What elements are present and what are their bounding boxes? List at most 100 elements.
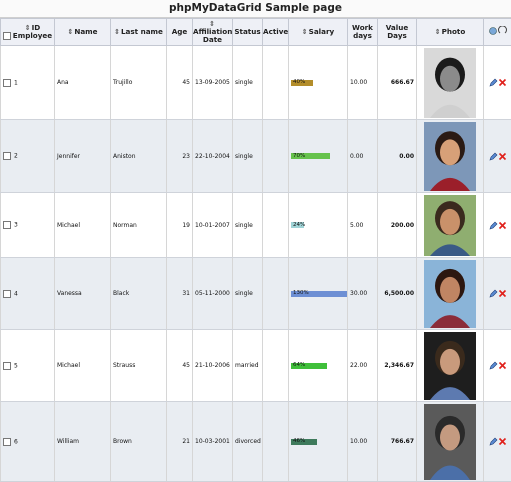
cell-name[interactable]: Ana xyxy=(55,46,111,120)
select-all-checkbox[interactable] xyxy=(3,32,11,40)
cell-active[interactable] xyxy=(263,120,289,193)
cell-affiliation-date[interactable]: 10-01-2007 xyxy=(193,193,233,258)
cell-status[interactable]: single xyxy=(233,120,263,193)
cell-name[interactable]: Jennifer xyxy=(55,120,111,193)
col-header-salary[interactable]: ⇕Salary xyxy=(289,19,348,46)
col-header-workdays[interactable]: Work days xyxy=(348,19,378,46)
sort-arrows-icon[interactable]: ⇕ xyxy=(67,28,73,36)
sort-arrows-icon[interactable]: ⇕ xyxy=(302,28,308,36)
cell-actions xyxy=(484,46,511,120)
cell-photo xyxy=(417,258,484,330)
delete-x-icon[interactable] xyxy=(498,289,507,298)
col-header-lastname[interactable]: ⇕Last name xyxy=(111,19,167,46)
cell-status[interactable]: married xyxy=(233,330,263,402)
delete-x-icon[interactable] xyxy=(498,78,507,87)
cell-name[interactable]: Michael xyxy=(55,330,111,402)
sort-arrows-icon[interactable]: ⇕ xyxy=(435,28,441,36)
cell-actions xyxy=(484,402,511,482)
col-header-status[interactable]: Status xyxy=(233,19,263,46)
cell-active[interactable] xyxy=(263,330,289,402)
col-header-id[interactable]: ⇕ID Employee xyxy=(1,19,55,46)
cell-lastname[interactable]: Strauss xyxy=(111,330,167,402)
cell-id: 5 xyxy=(1,330,55,402)
cell-lastname[interactable]: Trujillo xyxy=(111,46,167,120)
cell-salary[interactable]: 46% xyxy=(289,402,348,482)
cell-active[interactable] xyxy=(263,193,289,258)
col-header-photo[interactable]: ⇕Photo xyxy=(417,19,484,46)
cell-age[interactable]: 21 xyxy=(167,402,193,482)
cell-status[interactable]: single xyxy=(233,46,263,120)
cell-active[interactable] xyxy=(263,402,289,482)
pencil-icon[interactable] xyxy=(489,78,498,87)
delete-x-icon[interactable] xyxy=(498,221,507,230)
cell-workdays[interactable]: 0.00 xyxy=(348,120,378,193)
sort-arrows-icon[interactable]: ⇕ xyxy=(114,28,120,36)
cell-affiliation-date[interactable]: 13-09-2005 xyxy=(193,46,233,120)
cell-status[interactable]: single xyxy=(233,258,263,330)
cell-lastname[interactable]: Black xyxy=(111,258,167,330)
pencil-icon[interactable] xyxy=(489,152,498,161)
delete-x-icon[interactable] xyxy=(498,437,507,446)
employee-photo xyxy=(424,195,476,256)
cell-workdays[interactable]: 5.00 xyxy=(348,193,378,258)
cell-age[interactable]: 23 xyxy=(167,120,193,193)
col-header-active[interactable]: Active xyxy=(263,19,289,46)
pencil-icon[interactable] xyxy=(489,437,498,446)
pencil-icon[interactable] xyxy=(489,361,498,370)
col-header-affiliation[interactable]: ⇕Affiliation Date xyxy=(193,19,233,46)
cell-name[interactable]: Vanessa xyxy=(55,258,111,330)
row-checkbox[interactable] xyxy=(3,362,11,370)
delete-x-icon[interactable] xyxy=(498,361,507,370)
col-header-age[interactable]: Age xyxy=(167,19,193,46)
cell-workdays[interactable]: 30.00 xyxy=(348,258,378,330)
cell-lastname[interactable]: Brown xyxy=(111,402,167,482)
cell-age[interactable]: 31 xyxy=(167,258,193,330)
cell-name[interactable]: Michael xyxy=(55,193,111,258)
header-row: ⇕ID Employee ⇕Name ⇕Last name Age ⇕Affil… xyxy=(1,19,511,46)
cell-actions xyxy=(484,193,511,258)
row-checkbox[interactable] xyxy=(3,79,11,87)
delete-x-icon[interactable] xyxy=(498,152,507,161)
col-header-value[interactable]: Value Days xyxy=(378,19,417,46)
pencil-icon[interactable] xyxy=(489,289,498,298)
cell-lastname[interactable]: Norman xyxy=(111,193,167,258)
cell-age[interactable]: 45 xyxy=(167,330,193,402)
cell-status[interactable]: single xyxy=(233,193,263,258)
cell-workdays[interactable]: 22.00 xyxy=(348,330,378,402)
cell-salary[interactable]: 40% xyxy=(289,46,348,120)
cell-salary[interactable]: 64% xyxy=(289,330,348,402)
cell-id: 2 xyxy=(1,120,55,193)
page-title: phpMyDataGrid Sample page xyxy=(0,0,511,18)
cell-salary[interactable]: 24% xyxy=(289,193,348,258)
cell-affiliation-date[interactable]: 10-03-2001 xyxy=(193,402,233,482)
cell-photo xyxy=(417,330,484,402)
cell-name[interactable]: William xyxy=(55,402,111,482)
cell-active[interactable] xyxy=(263,258,289,330)
cell-workdays[interactable]: 10.00 xyxy=(348,402,378,482)
cell-actions xyxy=(484,330,511,402)
toolbar-icons[interactable] xyxy=(488,26,508,36)
cell-age[interactable]: 19 xyxy=(167,193,193,258)
pencil-icon[interactable] xyxy=(489,221,498,230)
cell-active[interactable] xyxy=(263,46,289,120)
cell-workdays[interactable]: 10.00 xyxy=(348,46,378,120)
cell-status[interactable]: divorced xyxy=(233,402,263,482)
cell-affiliation-date[interactable]: 22-10-2004 xyxy=(193,120,233,193)
cell-salary[interactable]: 70% xyxy=(289,120,348,193)
add-icon[interactable] xyxy=(489,28,496,35)
cell-age[interactable]: 45 xyxy=(167,46,193,120)
row-checkbox[interactable] xyxy=(3,290,11,298)
row-checkbox[interactable] xyxy=(3,438,11,446)
row-checkbox[interactable] xyxy=(3,152,11,160)
cell-salary[interactable]: 130% xyxy=(289,258,348,330)
cell-lastname[interactable]: Aniston xyxy=(111,120,167,193)
salary-bar: 46% xyxy=(291,439,347,445)
employee-photo xyxy=(424,332,476,400)
refresh-icon[interactable] xyxy=(498,26,506,33)
row-checkbox[interactable] xyxy=(3,221,11,229)
cell-affiliation-date[interactable]: 21-10-2006 xyxy=(193,330,233,402)
cell-affiliation-date[interactable]: 05-11-2000 xyxy=(193,258,233,330)
cell-value-days: 766.67 xyxy=(378,402,417,482)
cell-actions xyxy=(484,120,511,193)
col-header-name[interactable]: ⇕Name xyxy=(55,19,111,46)
